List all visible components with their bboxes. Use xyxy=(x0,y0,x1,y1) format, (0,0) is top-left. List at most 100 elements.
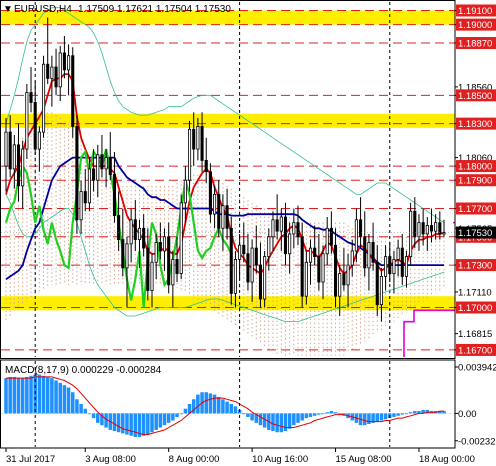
candle-body[interactable] xyxy=(62,52,66,71)
candle-body[interactable] xyxy=(363,236,367,269)
candle-body[interactable] xyxy=(121,239,125,269)
candle-body[interactable] xyxy=(217,193,221,229)
candle-body[interactable] xyxy=(434,222,438,232)
candle-body[interactable] xyxy=(16,144,21,187)
candle-body[interactable] xyxy=(321,253,325,283)
candle-body[interactable] xyxy=(21,148,25,187)
candle-body[interactable] xyxy=(100,154,104,170)
candle-body[interactable] xyxy=(208,171,212,215)
candle-body[interactable] xyxy=(396,247,400,260)
candle-body[interactable] xyxy=(25,92,29,150)
candle-body[interactable] xyxy=(271,219,275,238)
chart-window[interactable]: 1.191001.190001.188701.185601.185001.183… xyxy=(0,0,496,466)
candle-body[interactable] xyxy=(258,264,263,300)
candle-body[interactable] xyxy=(350,250,354,266)
candle-body[interactable] xyxy=(8,131,12,170)
candle-body[interactable] xyxy=(162,236,167,252)
candle-body[interactable] xyxy=(279,216,283,232)
candle-body[interactable] xyxy=(367,242,371,269)
candle-body[interactable] xyxy=(400,247,404,277)
candle-body[interactable] xyxy=(254,247,258,266)
candle-body[interactable] xyxy=(296,222,300,238)
candle-body[interactable] xyxy=(263,256,267,300)
candle-body[interactable] xyxy=(283,216,288,255)
candle-body[interactable] xyxy=(409,210,413,257)
candle-body[interactable] xyxy=(200,126,204,161)
candle-body[interactable] xyxy=(442,232,446,235)
candle-body[interactable] xyxy=(33,102,37,150)
candle-body[interactable] xyxy=(288,233,292,255)
candle-body[interactable] xyxy=(359,219,363,238)
candle-body[interactable] xyxy=(179,202,183,274)
candle-body[interactable] xyxy=(96,154,100,181)
candle-body[interactable] xyxy=(229,227,233,294)
candle-body[interactable] xyxy=(142,227,146,249)
candle-body[interactable] xyxy=(71,55,75,127)
candle-body[interactable] xyxy=(438,222,442,235)
candle-body[interactable] xyxy=(417,222,421,238)
candle-body[interactable] xyxy=(233,259,237,294)
candle-body[interactable] xyxy=(388,256,392,274)
candle-body[interactable] xyxy=(342,273,346,286)
candle-body[interactable] xyxy=(384,256,388,277)
candle-body[interactable] xyxy=(41,63,46,133)
candle-body[interactable] xyxy=(304,261,308,297)
candle-body[interactable] xyxy=(117,215,121,241)
candle-body[interactable] xyxy=(125,243,129,269)
candle-body[interactable] xyxy=(421,222,425,235)
candle-body[interactable] xyxy=(67,55,71,71)
candle-body[interactable] xyxy=(79,191,83,221)
candle-body[interactable] xyxy=(379,275,383,306)
candle-body[interactable] xyxy=(83,191,87,204)
candle-body[interactable] xyxy=(267,236,271,257)
candle-body[interactable] xyxy=(75,126,79,221)
candle-body[interactable] xyxy=(250,247,254,283)
candle-body[interactable] xyxy=(92,168,96,181)
candle-body[interactable] xyxy=(413,210,417,238)
candle-body[interactable] xyxy=(4,131,8,167)
candle-body[interactable] xyxy=(213,193,217,215)
candle-body[interactable] xyxy=(129,219,133,245)
triangle-down-icon[interactable]: ▼ xyxy=(3,4,13,15)
candle-body[interactable] xyxy=(308,247,313,263)
candle-body[interactable] xyxy=(108,157,112,175)
candle-body[interactable] xyxy=(404,256,409,277)
candle-body[interactable] xyxy=(292,222,296,235)
candle-body[interactable] xyxy=(112,174,117,216)
candle-body[interactable] xyxy=(154,242,158,263)
candle-body[interactable] xyxy=(313,247,317,257)
candle-body[interactable] xyxy=(354,219,358,252)
candle-body[interactable] xyxy=(371,242,375,263)
candle-body[interactable] xyxy=(429,225,434,232)
candle-body[interactable] xyxy=(133,219,137,241)
candle-body[interactable] xyxy=(150,261,154,291)
candle-body[interactable] xyxy=(275,219,279,232)
price-chart-pane[interactable] xyxy=(0,0,496,365)
candle-body[interactable] xyxy=(192,128,196,150)
candle-body[interactable] xyxy=(104,157,108,170)
candle-body[interactable] xyxy=(158,242,162,252)
candle-body[interactable] xyxy=(338,273,342,297)
candle-body[interactable] xyxy=(317,256,321,283)
candle-body[interactable] xyxy=(204,160,208,173)
candle-body[interactable] xyxy=(325,227,329,255)
candle-body[interactable] xyxy=(167,236,171,286)
candle-body[interactable] xyxy=(183,179,187,204)
candle-body[interactable] xyxy=(346,264,350,286)
candle-body[interactable] xyxy=(12,144,16,170)
candle-body[interactable] xyxy=(58,52,62,88)
candle-body[interactable] xyxy=(50,66,54,79)
candle-body[interactable] xyxy=(392,259,396,274)
candle-body[interactable] xyxy=(29,92,33,103)
candle-body[interactable] xyxy=(242,244,246,255)
candle-body[interactable] xyxy=(238,244,242,260)
candle-body[interactable] xyxy=(225,205,229,229)
candle-body[interactable] xyxy=(333,244,338,297)
candle-body[interactable] xyxy=(221,205,225,229)
candle-body[interactable] xyxy=(375,261,379,306)
candle-body[interactable] xyxy=(196,126,200,150)
candle-body[interactable] xyxy=(329,227,333,246)
candle-body[interactable] xyxy=(300,236,304,297)
candle-body[interactable] xyxy=(246,253,250,283)
candle-body[interactable] xyxy=(146,247,150,291)
